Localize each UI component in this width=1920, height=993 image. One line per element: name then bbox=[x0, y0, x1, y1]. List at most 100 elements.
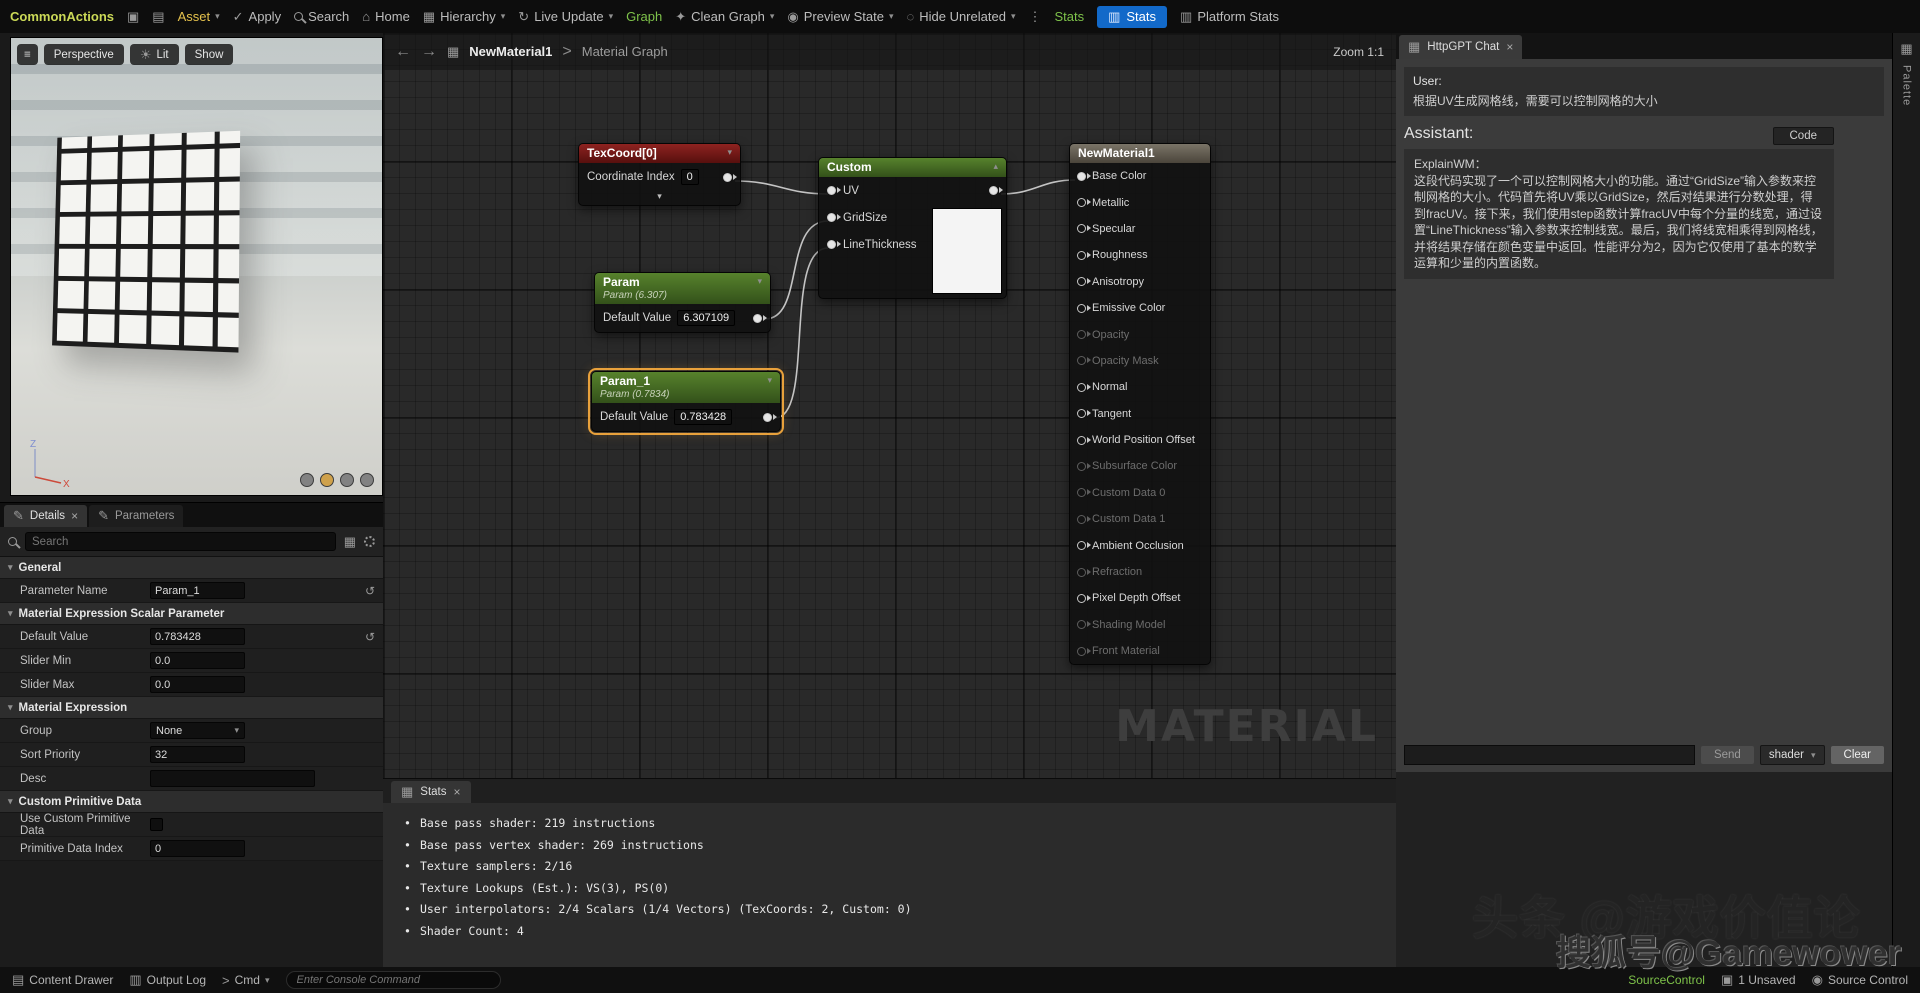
input-pin-icon[interactable] bbox=[1077, 541, 1086, 550]
material-pin-row[interactable]: Normal bbox=[1070, 374, 1210, 400]
asset-menu[interactable]: Asset▾ bbox=[178, 9, 220, 24]
material-pin-row[interactable]: Emissive Color bbox=[1070, 295, 1210, 321]
primitive-data-index-field[interactable] bbox=[150, 840, 245, 857]
output-log-button[interactable]: ▥Output Log bbox=[129, 972, 206, 988]
stats-label[interactable]: Stats bbox=[1054, 9, 1084, 24]
reset-to-default-icon[interactable]: ↺ bbox=[365, 630, 375, 644]
node-param-header[interactable]: ParamParam (6.307) ▾ bbox=[595, 273, 770, 304]
node-expand-chevron[interactable]: ▾ bbox=[579, 191, 740, 205]
home-button[interactable]: ⌂Home bbox=[362, 9, 410, 24]
console-command-input[interactable] bbox=[286, 971, 501, 989]
perspective-button[interactable]: Perspective bbox=[44, 44, 124, 65]
tab-stats[interactable]: ▦Stats× bbox=[391, 781, 471, 803]
section-scalar-parameter[interactable]: ▾Material Expression Scalar Parameter bbox=[0, 603, 383, 625]
close-icon[interactable]: × bbox=[454, 785, 461, 799]
preview-shape-teapot-button[interactable] bbox=[360, 473, 374, 487]
tab-details[interactable]: ✎Details× bbox=[4, 505, 87, 527]
cmd-dropdown[interactable]: >Cmd▾ bbox=[222, 973, 269, 988]
hierarchy-menu[interactable]: ▦Hierarchy▾ bbox=[423, 9, 505, 25]
material-graph-canvas[interactable]: ← → ▦ NewMaterial1 > Material Graph Zoom… bbox=[383, 33, 1396, 967]
slider-min-field[interactable] bbox=[150, 652, 245, 669]
preview-shape-cube-button[interactable] bbox=[340, 473, 354, 487]
forward-icon[interactable]: → bbox=[421, 43, 437, 61]
chevron-down-icon[interactable]: ▾ bbox=[757, 276, 762, 287]
input-pin-icon[interactable] bbox=[827, 186, 836, 195]
input-pin-icon[interactable] bbox=[1077, 251, 1086, 260]
input-pin-icon[interactable] bbox=[1077, 409, 1086, 418]
param1-default-value[interactable]: 0.783428 bbox=[674, 409, 732, 425]
back-icon[interactable]: ← bbox=[395, 43, 411, 61]
use-custom-primitive-data-checkbox[interactable] bbox=[150, 818, 163, 831]
output-pin-icon[interactable] bbox=[723, 173, 732, 182]
preview-state-menu[interactable]: ◉Preview State▾ bbox=[787, 9, 893, 25]
graph-label[interactable]: Graph bbox=[626, 9, 662, 24]
chevron-up-icon[interactable]: ▴ bbox=[993, 161, 998, 172]
input-pin-icon[interactable] bbox=[1077, 172, 1086, 181]
viewport-menu-button[interactable]: ≡ bbox=[17, 44, 38, 65]
input-pin-icon[interactable] bbox=[1077, 436, 1086, 445]
view-options-grid-icon[interactable]: ▦ bbox=[344, 534, 356, 550]
node-texcoord[interactable]: TexCoord[0]▾ Coordinate Index 0 ▾ bbox=[578, 143, 741, 206]
material-pin-row[interactable]: Anisotropy bbox=[1070, 269, 1210, 295]
material-pin-row[interactable]: Tangent bbox=[1070, 401, 1210, 427]
palette-sidebar-tab[interactable]: ▦ Palette bbox=[1892, 33, 1920, 967]
output-pin-icon[interactable] bbox=[763, 413, 772, 422]
search-button[interactable]: Search bbox=[294, 9, 349, 24]
reset-to-default-icon[interactable]: ↺ bbox=[365, 584, 375, 598]
code-button[interactable]: Code bbox=[1773, 127, 1835, 145]
node-material-result[interactable]: NewMaterial1 Base Color Metallic Specula… bbox=[1069, 143, 1211, 665]
input-pin-icon[interactable] bbox=[1077, 383, 1086, 392]
material-pin-row[interactable]: Roughness bbox=[1070, 242, 1210, 268]
clear-button[interactable]: Clear bbox=[1831, 746, 1884, 764]
node-custom-header[interactable]: Custom▴ bbox=[819, 158, 1006, 177]
tab-httpgpt-chat[interactable]: ▦HttpGPT Chat× bbox=[1399, 35, 1522, 59]
source-control-button[interactable]: ◉Source Control bbox=[1812, 972, 1908, 988]
node-texcoord-header[interactable]: TexCoord[0]▾ bbox=[579, 144, 740, 163]
preview-shape-cylinder-button[interactable] bbox=[300, 473, 314, 487]
node-material-header[interactable]: NewMaterial1 bbox=[1070, 144, 1210, 163]
node-custom[interactable]: Custom▴ UV GridSize LineThickness bbox=[818, 157, 1007, 299]
input-pin-icon[interactable] bbox=[1077, 594, 1086, 603]
close-icon[interactable]: × bbox=[71, 509, 78, 523]
group-dropdown[interactable]: None▾ bbox=[150, 722, 245, 739]
input-pin-icon[interactable] bbox=[827, 213, 836, 222]
section-material-expression[interactable]: ▾Material Expression bbox=[0, 697, 383, 719]
apply-button[interactable]: ✓Apply bbox=[233, 9, 281, 25]
section-custom-primitive-data[interactable]: ▾Custom Primitive Data bbox=[0, 791, 383, 813]
save-icon[interactable]: ▣ bbox=[127, 9, 139, 25]
section-general[interactable]: ▾General bbox=[0, 557, 383, 579]
preview-shape-sphere-button[interactable] bbox=[320, 473, 334, 487]
breadcrumb-root[interactable]: NewMaterial1 bbox=[469, 44, 552, 59]
param-default-value[interactable]: 6.307109 bbox=[677, 310, 735, 326]
details-search-input[interactable] bbox=[25, 532, 336, 551]
input-pin-icon[interactable] bbox=[1077, 198, 1086, 207]
material-pin-row[interactable]: Specular bbox=[1070, 216, 1210, 242]
input-pin-icon[interactable] bbox=[1077, 224, 1086, 233]
material-pin-row[interactable]: Base Color bbox=[1070, 163, 1210, 189]
platform-stats-button[interactable]: ▥Platform Stats bbox=[1180, 9, 1279, 25]
chat-input[interactable] bbox=[1404, 745, 1695, 765]
slider-max-field[interactable] bbox=[150, 676, 245, 693]
chevron-down-icon[interactable]: ▾ bbox=[727, 147, 732, 158]
model-dropdown[interactable]: shader▾ bbox=[1760, 745, 1825, 765]
common-actions-label[interactable]: CommonActions bbox=[10, 9, 114, 24]
input-pin-icon[interactable] bbox=[827, 240, 836, 249]
coordinate-index-value[interactable]: 0 bbox=[681, 169, 699, 185]
close-icon[interactable]: × bbox=[1506, 40, 1513, 54]
material-pin-row[interactable]: World Position Offset bbox=[1070, 427, 1210, 453]
node-param[interactable]: ParamParam (6.307) ▾ Default Value 6.307… bbox=[594, 272, 771, 333]
material-pin-row[interactable]: Pixel Depth Offset bbox=[1070, 585, 1210, 611]
clean-graph-menu[interactable]: ✦Clean Graph▾ bbox=[675, 9, 774, 25]
content-drawer-button[interactable]: ▤Content Drawer bbox=[12, 972, 113, 988]
sort-priority-field[interactable] bbox=[150, 746, 245, 763]
stats-button[interactable]: ▥Stats bbox=[1097, 6, 1167, 28]
lit-button[interactable]: ☀Lit bbox=[130, 44, 179, 65]
live-update-menu[interactable]: ↻Live Update▾ bbox=[518, 9, 613, 25]
input-pin-icon[interactable] bbox=[1077, 277, 1086, 286]
material-pin-row[interactable]: Metallic bbox=[1070, 189, 1210, 215]
node-param1[interactable]: Param_1Param (0.7834) ▾ Default Value 0.… bbox=[591, 371, 781, 432]
desc-field[interactable] bbox=[150, 770, 315, 787]
send-button[interactable]: Send bbox=[1701, 746, 1754, 764]
tab-parameters[interactable]: ✎Parameters bbox=[89, 505, 183, 527]
show-button[interactable]: Show bbox=[185, 44, 234, 65]
